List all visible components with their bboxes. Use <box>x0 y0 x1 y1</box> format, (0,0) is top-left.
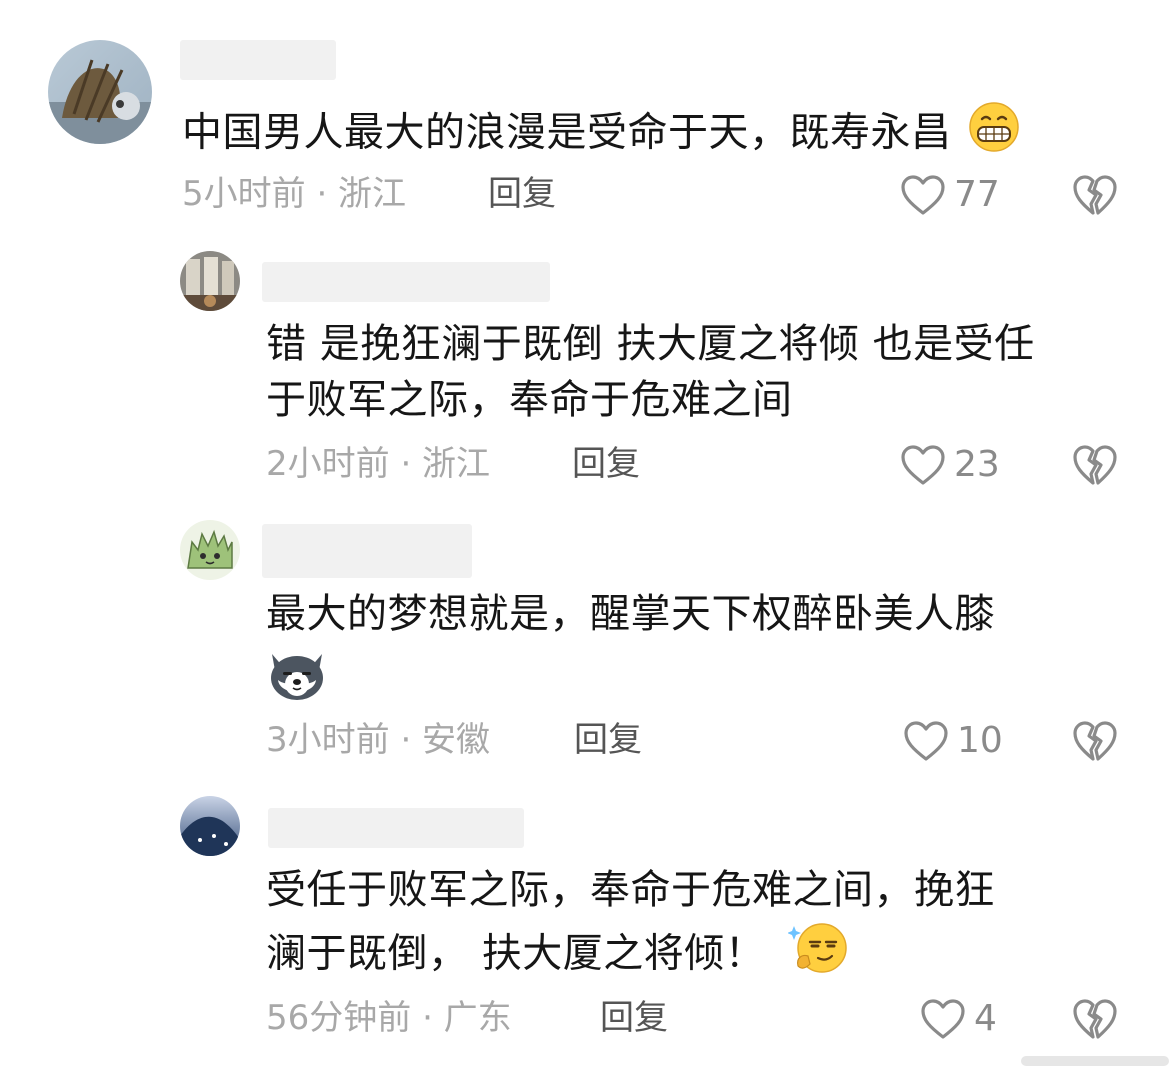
like-count: 77 <box>954 174 1000 215</box>
comment-text-line-1: 错 是挽狂澜于既倒 扶大厦之将倾 也是受任 <box>266 321 1035 367</box>
broken-heart-icon <box>1073 445 1117 485</box>
comment-text-line-2: 澜于既倒， 扶大厦之将倾！ <box>266 920 850 991</box>
time-location: 2小时前 · 浙江 <box>266 444 491 484</box>
like-button[interactable]: 77 <box>900 174 1000 216</box>
comment-text: 最大的梦想就是，醒掌天下权醉卧美人膝 <box>266 591 995 637</box>
avatar[interactable] <box>180 796 240 856</box>
thinking-smug-emoji <box>787 920 850 991</box>
time-location: 56分钟前 · 广东 <box>266 998 512 1038</box>
dislike-button[interactable] <box>1072 720 1118 766</box>
heart-icon <box>904 721 948 761</box>
reply-button[interactable]: 回复 <box>574 720 642 760</box>
broken-heart-icon <box>1073 175 1117 215</box>
like-count: 4 <box>974 998 997 1039</box>
avatar[interactable] <box>48 40 152 144</box>
dislike-button[interactable] <box>1072 444 1118 490</box>
reply-button[interactable]: 回复 <box>600 998 668 1038</box>
like-count: 10 <box>957 720 1003 761</box>
username-placeholder[interactable] <box>262 524 472 578</box>
reply-button[interactable]: 回复 <box>572 444 640 484</box>
comment-text-line-2: 于败军之际，奉命于危难之间 <box>266 377 793 423</box>
like-button[interactable]: 4 <box>920 998 997 1040</box>
heart-icon <box>901 445 945 485</box>
grinning-face-emoji <box>965 102 1023 167</box>
comment-text-line-1: 受任于败军之际，奉命于危难之间，挽狂 <box>266 867 995 913</box>
like-count: 23 <box>954 444 1000 485</box>
username-placeholder[interactable] <box>262 262 550 302</box>
time-location: 5小时前 · 浙江 <box>182 174 407 214</box>
heart-icon <box>901 175 945 215</box>
avatar[interactable] <box>180 520 240 580</box>
time-location: 3小时前 · 安徽 <box>266 720 491 760</box>
reply-button[interactable]: 回复 <box>488 174 556 214</box>
heart-icon <box>921 999 965 1039</box>
avatar[interactable] <box>180 251 240 311</box>
dislike-button[interactable] <box>1072 174 1118 220</box>
comment-text: 中国男人最大的浪漫是受命于天，既寿永昌 <box>182 102 1023 167</box>
watermark <box>1020 1033 1170 1073</box>
husky-dog-emoji <box>266 646 328 706</box>
broken-heart-icon <box>1073 721 1117 761</box>
like-button[interactable]: 23 <box>900 444 1000 486</box>
username-placeholder[interactable] <box>268 808 524 848</box>
username-placeholder[interactable] <box>180 40 336 80</box>
like-button[interactable]: 10 <box>903 720 1003 762</box>
